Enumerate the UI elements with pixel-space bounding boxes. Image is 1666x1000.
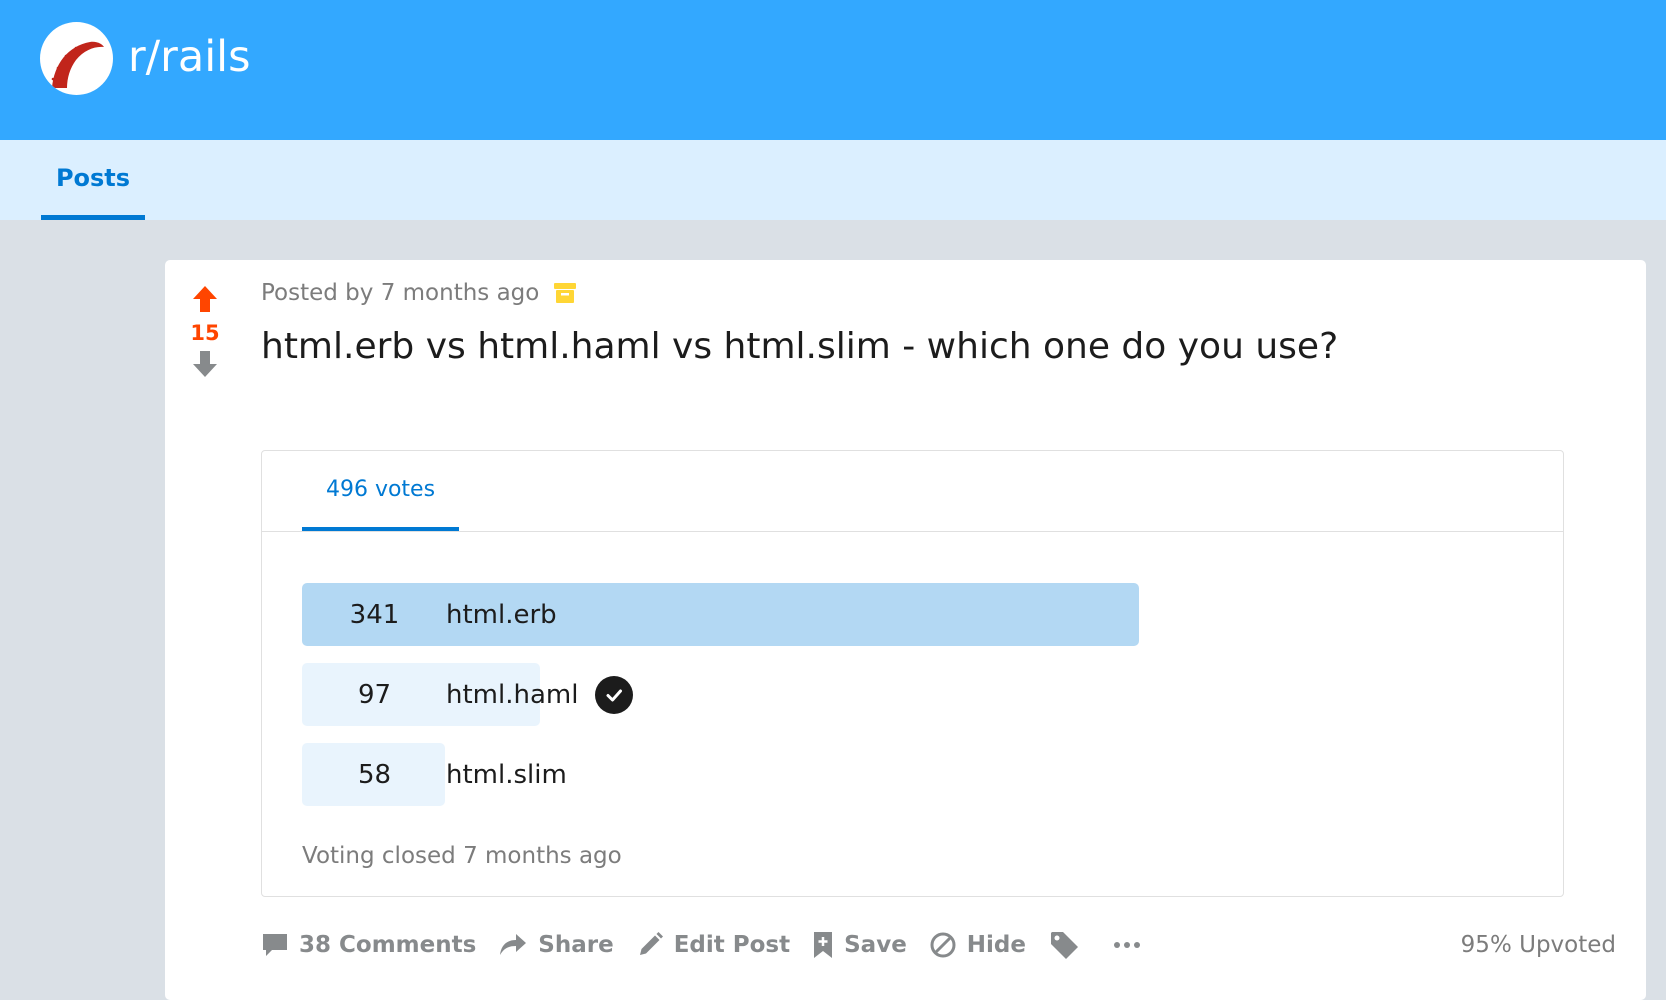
share-icon [500,934,527,955]
subreddit-banner: r/rails [0,0,1666,140]
more-icon [1114,942,1140,948]
bookmark-icon [814,932,833,958]
poll-tabs: 496 votes [262,451,1563,532]
hide-icon [930,932,956,958]
subreddit-nav: Posts [0,140,1666,220]
selected-check-icon [595,675,634,714]
poll-option-label: html.haml [446,663,634,726]
poll-option-erb: 341 html.erb [302,583,1502,646]
more-options-button[interactable] [1112,940,1152,950]
pencil-icon [639,932,663,955]
edit-label: Edit Post [673,932,791,958]
poll-status: Voting closed 7 months ago [302,843,622,869]
poll-option-text: html.slim [446,759,567,790]
rails-logo-icon [51,41,104,88]
poll-option-count: 97 [357,679,392,710]
comment-icon [263,934,287,956]
poll-options: 341 html.erb 97 html.haml 58 html.slim [302,583,1502,823]
post-actions: 38 Comments Share Edit Post Save Hide [261,920,1611,970]
post-card: 15 Posted by 7 months ago html.erb vs ht… [165,260,1646,1000]
edit-post-button[interactable]: Edit Post [636,931,790,959]
downvote-arrow-icon[interactable] [191,349,219,379]
vote-column: 15 [165,260,245,379]
save-label: Save [844,932,907,958]
share-button[interactable]: Share [498,932,614,958]
poll-option-count: 341 [349,599,400,630]
tag-icon [1051,932,1078,959]
post-title[interactable]: html.erb vs html.haml vs html.slim - whi… [261,326,1601,367]
poll-option-count: 58 [357,759,392,790]
poll: 496 votes 341 html.erb 97 html.haml 58 h… [261,450,1564,897]
upvote-ratio: 95% Upvoted [1460,932,1616,958]
poll-option-text: html.erb [446,599,557,630]
poll-option-label: html.slim [446,743,567,806]
vote-score: 15 [190,321,220,345]
poll-option-haml: 97 html.haml [302,663,1502,726]
comments-label: 38 Comments [299,932,477,958]
tag-button[interactable] [1048,929,1090,961]
poll-option-label: html.erb [446,583,557,646]
archive-icon [553,281,577,305]
poll-option-text: html.haml [446,679,579,710]
share-label: Share [538,932,614,958]
subreddit-name[interactable]: r/rails [128,32,251,82]
hide-label: Hide [966,932,1026,958]
poll-option-slim: 58 html.slim [302,743,1502,806]
poll-votes-tab[interactable]: 496 votes [302,451,459,531]
post-meta: Posted by 7 months ago [261,280,577,306]
save-button[interactable]: Save [812,930,907,960]
posted-by-text: Posted by 7 months ago [261,280,540,306]
upvote-arrow-icon[interactable] [191,284,219,314]
subreddit-logo[interactable] [40,22,113,95]
hide-button[interactable]: Hide [929,931,1026,959]
tab-posts[interactable]: Posts [41,140,145,220]
comments-button[interactable]: 38 Comments [261,931,476,959]
